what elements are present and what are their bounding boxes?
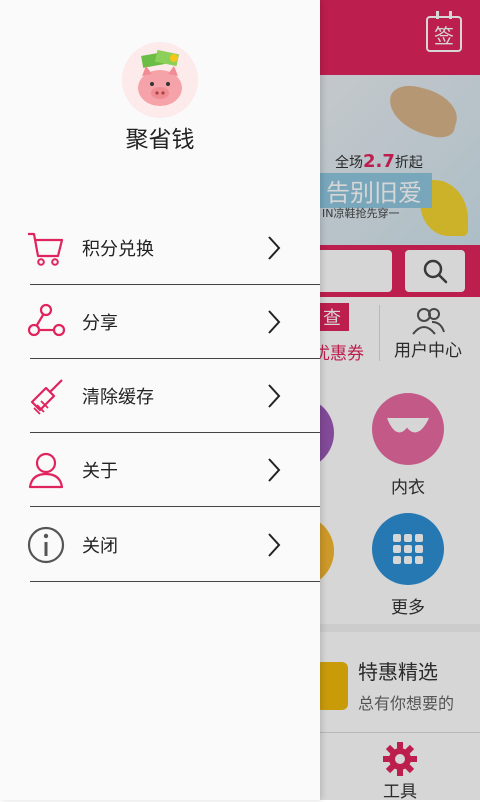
menu-item-points-exchange[interactable]: 积分兑换 — [0, 211, 320, 285]
navigation-drawer: 聚省钱 积分兑换 分享 清除缓存 关于 关闭 — [0, 0, 320, 800]
divider — [30, 581, 320, 582]
chevron-right-icon — [268, 310, 281, 334]
menu-item-about[interactable]: 关于 — [0, 433, 320, 507]
cart-icon — [28, 232, 64, 266]
menu-item-share[interactable]: 分享 — [0, 285, 320, 359]
menu-label: 关于 — [82, 461, 118, 482]
broom-icon — [30, 379, 63, 415]
menu-label: 积分兑换 — [82, 239, 154, 260]
menu-item-clear-cache[interactable]: 清除缓存 — [0, 359, 320, 433]
menu-label: 清除缓存 — [82, 387, 154, 408]
divider — [30, 506, 320, 507]
chevron-right-icon — [268, 458, 281, 482]
info-icon — [27, 526, 65, 564]
share-icon — [27, 303, 66, 337]
piggy-bank-logo-icon — [122, 42, 198, 118]
app-name: 聚省钱 — [125, 127, 195, 153]
menu-label: 分享 — [82, 313, 118, 334]
chevron-right-icon — [268, 384, 281, 408]
chevron-right-icon — [268, 236, 281, 260]
chevron-right-icon — [268, 533, 281, 557]
menu-item-close[interactable]: 关闭 — [0, 508, 320, 582]
user-icon — [28, 452, 64, 489]
menu-label: 关闭 — [82, 536, 118, 557]
